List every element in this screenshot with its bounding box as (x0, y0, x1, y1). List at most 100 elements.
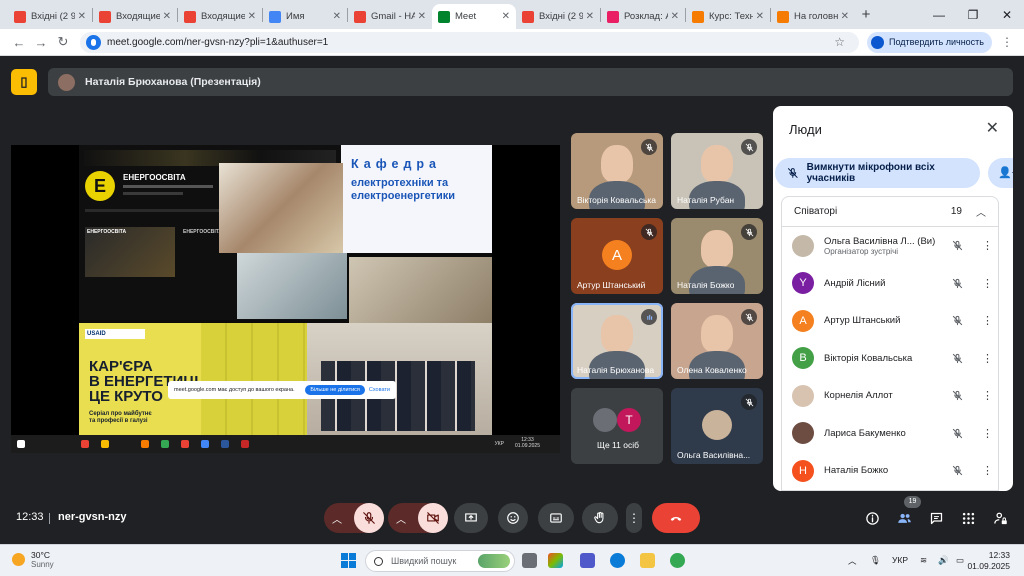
browser-tab[interactable]: На головну✕ (771, 4, 855, 29)
bookmark-star-icon[interactable]: ☆ (834, 35, 845, 49)
participant-tile[interactable]: Вікторія Ковальська (571, 133, 663, 209)
task-view-icon[interactable] (522, 553, 537, 568)
participant-tile[interactable]: A Артур Штанський (571, 218, 663, 294)
more-options-button[interactable]: ⋮ (626, 503, 642, 533)
tab-close-icon[interactable]: ✕ (418, 11, 426, 22)
present-button[interactable] (454, 503, 488, 533)
participant-more-icon[interactable]: ⋮ (982, 277, 993, 290)
tray-lang[interactable]: УКР (892, 555, 908, 565)
file-explorer-icon[interactable] (640, 553, 655, 568)
tab-close-icon[interactable]: ✕ (756, 11, 764, 22)
presentation-icon[interactable]: ▯ (11, 69, 37, 95)
chat-button[interactable] (927, 509, 945, 527)
browser-menu-icon[interactable]: ⋮ (998, 35, 1016, 49)
browser-tab[interactable]: Вхідні (2 9 ✕ (516, 4, 600, 29)
browser-tab[interactable]: Розклад: А ✕ (601, 4, 685, 29)
edge-icon[interactable] (610, 553, 625, 568)
host-controls-button[interactable] (991, 509, 1009, 527)
tab-close-icon[interactable]: ✕ (841, 11, 849, 22)
mic-options-chevron-icon[interactable]: ︿ (324, 511, 350, 526)
participant-row[interactable]: Лариса Бакуменко ⋮ (782, 415, 998, 453)
tab-close-icon[interactable]: ✕ (502, 11, 510, 22)
participant-row[interactable]: B Вікторія Ковальська ⋮ (782, 340, 998, 378)
site-info-icon[interactable] (86, 34, 101, 50)
tab-close-icon[interactable]: ✕ (248, 11, 256, 22)
chevron-up-icon[interactable]: ︿ (976, 204, 986, 219)
participant-mic-off-icon[interactable] (952, 315, 966, 326)
teams-icon[interactable] (580, 553, 595, 568)
people-button[interactable] (895, 509, 913, 527)
participant-row[interactable]: Корнелія Аллот ⋮ (782, 377, 998, 415)
tab-close-icon[interactable]: ✕ (333, 11, 341, 22)
meeting-details-button[interactable] (863, 509, 881, 527)
taskbar-search[interactable]: Швидкий пошук (365, 550, 515, 572)
restore-icon[interactable]: ❐ (956, 8, 990, 22)
stop-sharing-button[interactable]: Більше не ділитися (305, 385, 365, 395)
participant-more-icon[interactable]: ⋮ (982, 427, 993, 440)
tray-chevron-icon[interactable]: ︿ (848, 555, 857, 567)
participant-tile[interactable]: T Ще 11 осіб (571, 388, 663, 464)
browser-tab[interactable]: Входящие ✕ (178, 4, 262, 29)
participant-row[interactable]: A Артур Штанський ⋮ (782, 302, 998, 340)
reload-icon[interactable]: ↻ (52, 34, 74, 50)
close-icon[interactable]: ✕ (986, 118, 999, 138)
verify-identity-button[interactable]: Подтвердить личность (867, 31, 992, 53)
tab-close-icon[interactable]: ✕ (586, 11, 594, 22)
new-tab-button[interactable]: + (855, 6, 877, 23)
captions-button[interactable] (538, 503, 574, 533)
browser-tab[interactable]: Meet ✕ (432, 4, 516, 29)
battery-icon[interactable]: ▭ (956, 555, 964, 566)
url-text[interactable]: meet.google.com/ner-gvsn-nzy?pli=1&authu… (107, 37, 834, 48)
participant-row[interactable]: Y Андрій Лісний ⋮ (782, 265, 998, 303)
participant-tile[interactable]: Ольга Василівна... (671, 388, 763, 464)
weather-widget[interactable]: 30°C Sunny (12, 550, 54, 569)
browser-tab[interactable]: Имя ✕ (263, 4, 347, 29)
browser-tab[interactable]: Вхідні (2 9 ✕ (8, 4, 92, 29)
leave-call-button[interactable] (652, 503, 700, 533)
mic-toggle-button[interactable] (354, 503, 384, 533)
back-icon[interactable]: ← (8, 35, 30, 50)
participants-section-header[interactable]: Співаторі 19 ︿ (782, 197, 998, 227)
participant-more-icon[interactable]: ⋮ (982, 389, 993, 402)
system-clock[interactable]: 12:33 01.09.2025 (967, 550, 1010, 572)
participant-row[interactable]: Ольга Василівна Л... (Ви) Організатор зус… (782, 227, 998, 265)
volume-icon[interactable]: 🔊 (938, 555, 949, 566)
participant-more-icon[interactable]: ⋮ (982, 464, 993, 477)
camera-toggle-button[interactable] (418, 503, 448, 533)
participant-row[interactable]: H Наталія Божко ⋮ (782, 452, 998, 490)
participant-mic-off-icon[interactable] (952, 278, 966, 289)
browser-tab[interactable]: Gmail - НА ✕ (348, 4, 432, 29)
participant-more-icon[interactable]: ⋮ (982, 352, 993, 365)
tab-close-icon[interactable]: ✕ (163, 11, 171, 22)
participant-tile[interactable]: Наталія Божко (671, 218, 763, 294)
participant-mic-off-icon[interactable] (952, 428, 966, 439)
camera-options-chevron-icon[interactable]: ︿ (388, 511, 414, 526)
mute-all-button[interactable]: Вимкнути мікрофони всіх учасників (775, 158, 980, 188)
browser-tab[interactable]: Входящие ✕ (93, 4, 177, 29)
participant-tile[interactable]: Наталія Рубан (671, 133, 763, 209)
tab-close-icon[interactable]: ✕ (78, 11, 86, 22)
tab-close-icon[interactable]: ✕ (671, 11, 679, 22)
copilot-icon[interactable] (548, 553, 563, 568)
add-people-button[interactable]: 👤+ (988, 158, 1013, 188)
close-window-icon[interactable]: ✕ (990, 8, 1024, 22)
participant-more-icon[interactable]: ⋮ (982, 239, 993, 252)
chrome-icon[interactable] (670, 553, 685, 568)
participant-mic-off-icon[interactable] (952, 353, 966, 364)
browser-tab[interactable]: Курс: Техн ✕ (686, 4, 770, 29)
wifi-icon[interactable]: ≋ (920, 555, 927, 566)
activities-button[interactable] (959, 509, 977, 527)
forward-icon[interactable]: → (30, 35, 52, 50)
participant-more-icon[interactable]: ⋮ (982, 314, 993, 327)
raise-hand-button[interactable] (582, 503, 618, 533)
participant-mic-off-icon[interactable] (952, 390, 966, 401)
windows-start-icon[interactable] (341, 553, 356, 568)
participant-tile[interactable]: Наталія Брюханова (571, 303, 663, 379)
reactions-button[interactable] (498, 503, 528, 533)
participant-tile[interactable]: Олена Коваленко (671, 303, 763, 379)
participant-mic-off-icon[interactable] (952, 465, 966, 476)
address-bar[interactable]: meet.google.com/ner-gvsn-nzy?pli=1&authu… (80, 31, 860, 53)
minimize-icon[interactable]: — (922, 8, 956, 22)
hide-notice-link[interactable]: Сховати (369, 387, 390, 393)
microphone-tray-icon[interactable]: 🎙 (870, 555, 881, 566)
